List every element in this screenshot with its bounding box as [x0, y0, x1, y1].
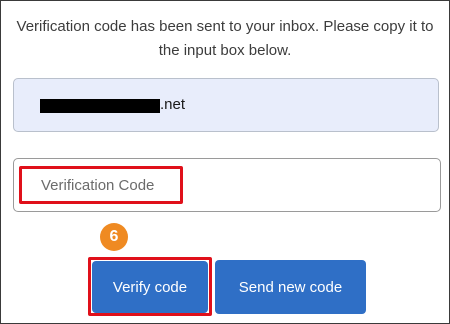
instruction-message: Verification code has been sent to your …: [16, 18, 434, 59]
verification-code-field: [13, 158, 441, 212]
redacted-email-block: [40, 99, 160, 113]
email-field: .net: [13, 78, 439, 132]
email-domain-suffix: .net: [160, 96, 186, 113]
verification-code-input[interactable]: [19, 166, 183, 204]
send-new-code-button[interactable]: Send new code: [215, 260, 366, 314]
step-number-badge: 6: [100, 223, 128, 251]
verify-code-button[interactable]: Verify code: [92, 261, 208, 313]
verification-panel: Verification code has been sent to your …: [0, 0, 450, 324]
